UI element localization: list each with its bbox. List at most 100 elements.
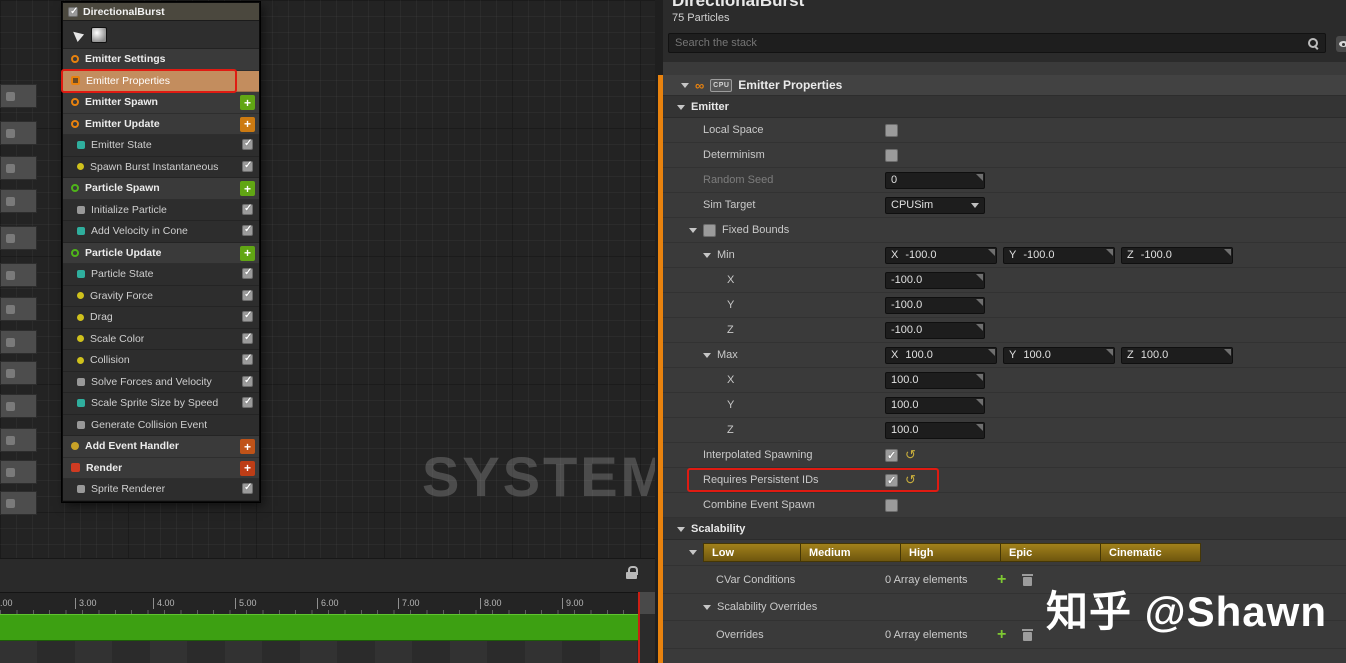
node-row-gravity-force[interactable]: Gravity Force (63, 285, 259, 307)
emitter-node-directionalburst[interactable]: DirectionalBurst Emitter Settings Emitte… (61, 2, 260, 502)
expander-icon[interactable] (677, 526, 685, 532)
search-input[interactable] (675, 37, 1308, 49)
determinism-checkbox[interactable] (885, 148, 898, 162)
trash-icon[interactable] (1022, 573, 1034, 586)
max-y-input[interactable]: Y 100.0 (1003, 346, 1115, 364)
reset-to-default-icon[interactable] (905, 472, 916, 488)
add-array-element-icon[interactable] (997, 627, 1006, 643)
min-x-input[interactable]: X -100.0 (885, 246, 997, 264)
section-scalability[interactable]: Scalability (663, 518, 1346, 540)
node-row-add-event-handler[interactable]: Add Event Handler (63, 436, 259, 458)
add-module-button[interactable] (240, 181, 255, 196)
add-module-button[interactable] (240, 116, 255, 132)
module-enabled-checkbox[interactable] (242, 267, 253, 279)
min-y-input[interactable]: Y -100.0 (1003, 246, 1115, 264)
expander-icon[interactable] (703, 252, 711, 258)
spin-handle-icon[interactable] (988, 248, 995, 256)
spin-handle-icon[interactable] (976, 323, 983, 331)
quality-button-high[interactable]: High (901, 543, 1001, 562)
emitter-track-bar[interactable] (0, 614, 639, 641)
node-row-scale-sprite-size-by-speed[interactable]: Scale Sprite Size by Speed (63, 393, 259, 415)
module-enabled-checkbox[interactable] (242, 396, 253, 408)
emitter-node-header[interactable]: DirectionalBurst (63, 3, 259, 21)
expander-icon[interactable] (703, 604, 711, 610)
module-enabled-checkbox[interactable] (242, 310, 253, 322)
add-array-element-icon[interactable] (997, 572, 1006, 588)
spin-handle-icon[interactable] (1106, 248, 1113, 256)
module-enabled-checkbox[interactable] (242, 289, 253, 301)
node-row-add-velocity-in-cone[interactable]: Add Velocity in Cone (63, 221, 259, 243)
node-row-drag[interactable]: Drag (63, 307, 259, 329)
node-row-spawn-burst-instantaneous[interactable]: Spawn Burst Instantaneous (63, 156, 259, 178)
node-row-emitter-settings[interactable]: Emitter Settings (63, 49, 259, 71)
spin-handle-icon[interactable] (1224, 248, 1231, 256)
emitter-properties-header[interactable]: CPU Emitter Properties (663, 75, 1346, 96)
sim-target-dropdown[interactable]: CPUSim (885, 196, 985, 214)
stack-search-bar[interactable] (668, 33, 1326, 53)
node-row-initialize-particle[interactable]: Initialize Particle (63, 199, 259, 221)
add-module-button[interactable] (240, 245, 255, 261)
spin-handle-icon[interactable] (976, 373, 983, 381)
node-row-particle-update[interactable]: Particle Update (63, 242, 259, 264)
fixed-bounds-checkbox[interactable] (703, 223, 716, 237)
module-enabled-checkbox[interactable] (242, 224, 253, 236)
min-y-scalar-input[interactable]: -100.0 (885, 296, 985, 314)
spin-handle-icon[interactable] (988, 348, 995, 356)
node-row-particle-spawn[interactable]: Particle Spawn (63, 178, 259, 200)
quality-button-medium[interactable]: Medium (801, 543, 901, 562)
module-enabled-checkbox[interactable] (242, 482, 253, 494)
node-row-emitter-state[interactable]: Emitter State (63, 135, 259, 157)
timeline-track-area[interactable] (0, 641, 655, 663)
node-row-generate-collision-event[interactable]: Generate Collision Event (63, 414, 259, 436)
node-row-sprite-renderer[interactable]: Sprite Renderer (63, 479, 259, 501)
max-x-scalar-input[interactable]: 100.0 (885, 371, 985, 389)
min-x-scalar-input[interactable]: -100.0 (885, 271, 985, 289)
node-row-emitter-properties[interactable]: Emitter Properties (61, 68, 259, 93)
node-row-collision[interactable]: Collision (63, 350, 259, 372)
quality-button-low[interactable]: Low (703, 543, 801, 562)
quality-button-epic[interactable]: Epic (1001, 543, 1101, 562)
max-z-scalar-input[interactable]: 100.0 (885, 421, 985, 439)
emitter-enabled-checkbox[interactable] (68, 6, 78, 17)
search-icon[interactable] (1308, 37, 1319, 49)
max-x-input[interactable]: X 100.0 (885, 346, 997, 364)
spin-handle-icon[interactable] (1224, 348, 1231, 356)
module-enabled-checkbox[interactable] (242, 138, 253, 150)
spin-handle-icon[interactable] (976, 298, 983, 306)
module-enabled-checkbox[interactable] (242, 160, 253, 172)
trash-icon[interactable] (1022, 628, 1034, 641)
local-space-checkbox[interactable] (885, 123, 898, 137)
spin-handle-icon[interactable] (976, 173, 983, 181)
node-row-solve-forces-and-velocity[interactable]: Solve Forces and Velocity (63, 371, 259, 393)
timeline-ruler[interactable]: .00 3.00 4.00 5.00 6.00 7.00 8.00 9.00 (0, 592, 640, 614)
node-row-emitter-spawn[interactable]: Emitter Spawn (63, 92, 259, 114)
max-z-input[interactable]: Z 100.0 (1121, 346, 1233, 364)
interpolated-spawning-checkbox[interactable] (885, 448, 898, 462)
module-enabled-checkbox[interactable] (242, 203, 253, 215)
requires-persistent-ids-checkbox[interactable] (885, 473, 898, 487)
min-z-scalar-input[interactable]: -100.0 (885, 321, 985, 339)
lock-icon[interactable] (626, 566, 638, 579)
quality-button-cinematic[interactable]: Cinematic (1101, 543, 1201, 562)
expander-icon[interactable] (689, 550, 697, 555)
module-enabled-checkbox[interactable] (242, 375, 253, 387)
emitter-thumbnail[interactable] (91, 26, 107, 43)
add-renderer-button[interactable] (240, 460, 255, 476)
random-seed-input[interactable]: 0 (885, 171, 985, 189)
reset-to-default-icon[interactable] (905, 447, 916, 463)
expander-icon[interactable] (681, 82, 689, 88)
section-emitter[interactable]: Emitter (663, 96, 1346, 118)
module-enabled-checkbox[interactable] (242, 332, 253, 344)
view-options-eye-icon[interactable] (1336, 36, 1346, 52)
module-enabled-checkbox[interactable] (242, 353, 253, 365)
spin-handle-icon[interactable] (976, 273, 983, 281)
expander-icon[interactable] (703, 352, 711, 358)
spin-handle-icon[interactable] (976, 398, 983, 406)
add-module-button[interactable] (240, 95, 255, 110)
timeline-playhead[interactable] (638, 592, 640, 663)
expander-icon[interactable] (689, 227, 697, 233)
node-row-emitter-update[interactable]: Emitter Update (63, 113, 259, 135)
spin-handle-icon[interactable] (1106, 348, 1113, 356)
expander-icon[interactable] (677, 104, 685, 110)
node-row-scale-color[interactable]: Scale Color (63, 328, 259, 350)
